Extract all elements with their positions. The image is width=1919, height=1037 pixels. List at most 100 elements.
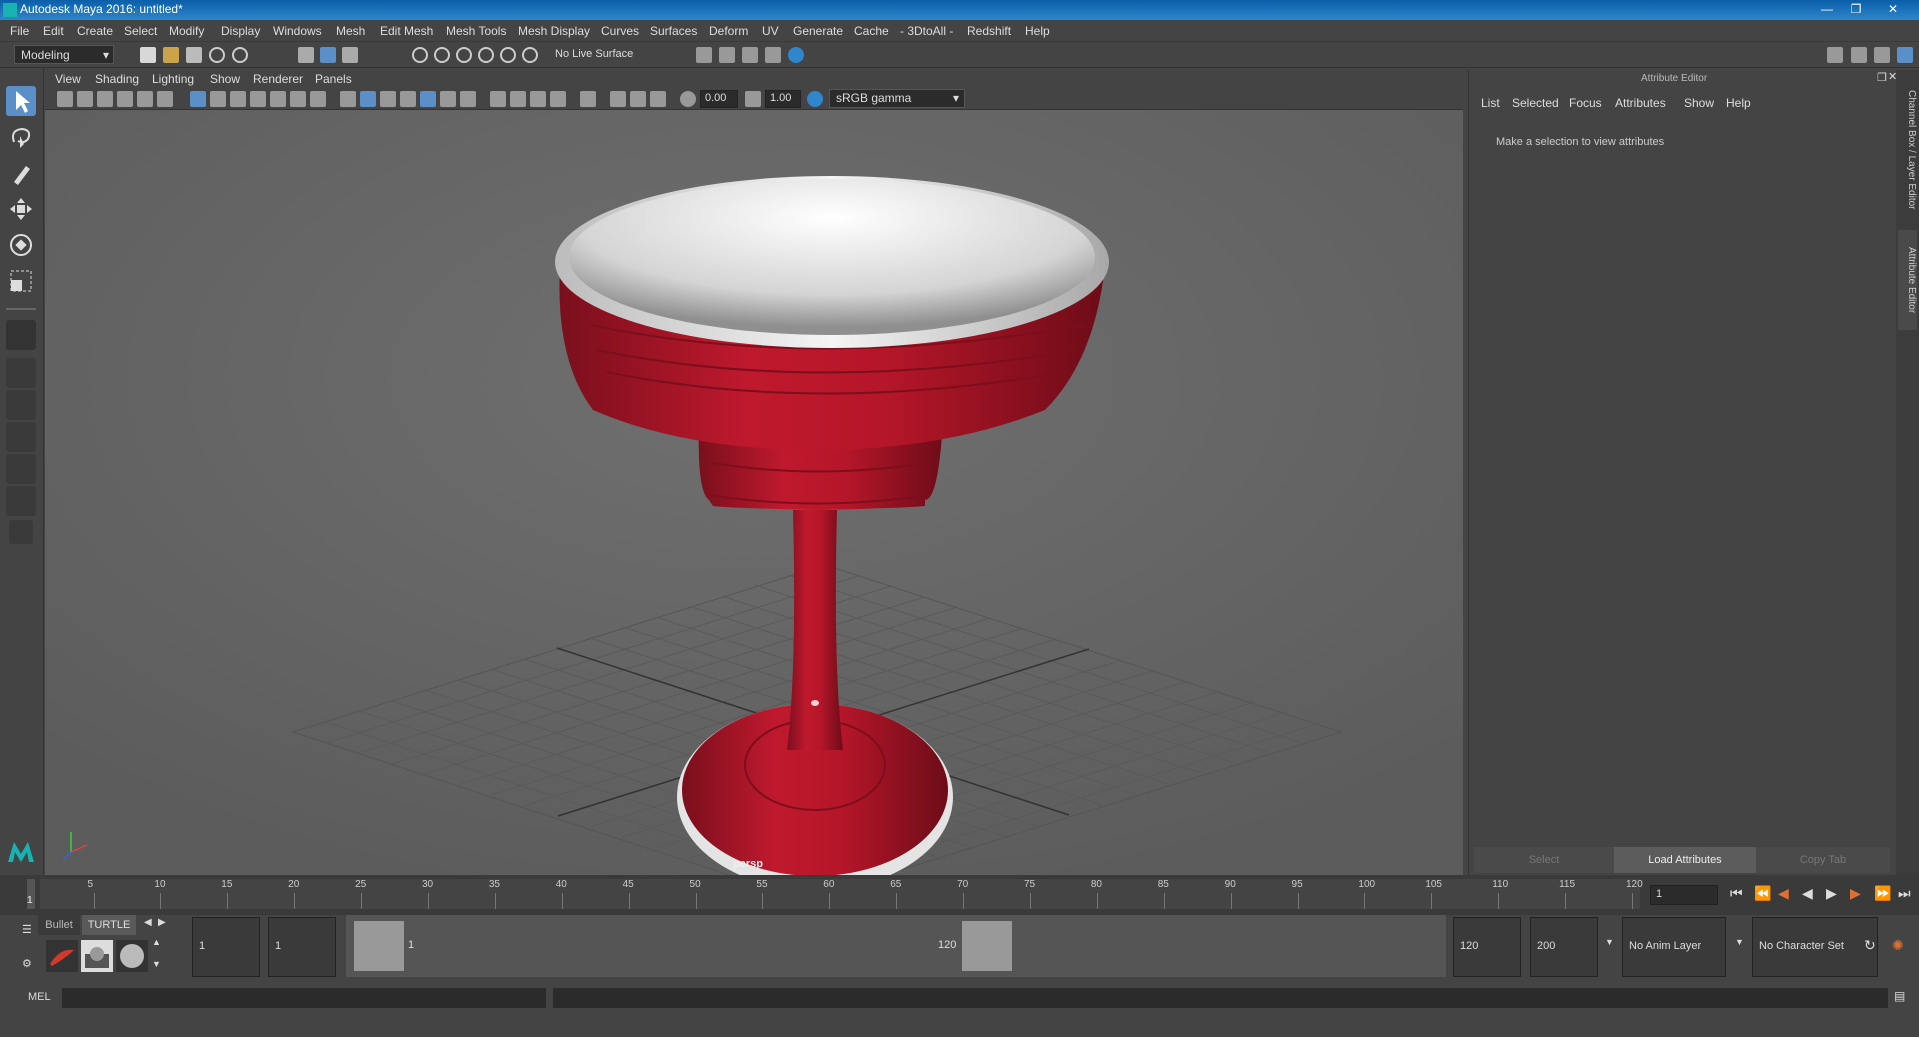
image-plane-icon[interactable] [117, 91, 133, 107]
safe-title-icon[interactable] [310, 91, 326, 107]
shadows-icon[interactable] [460, 91, 476, 107]
hypershade-icon[interactable] [788, 47, 804, 63]
menu-surfaces[interactable]: Surfaces [650, 24, 697, 38]
menu-cache[interactable]: Cache [854, 24, 889, 38]
range-slider-track[interactable]: 1 120 [346, 915, 1446, 977]
render-current-frame-icon[interactable] [719, 47, 735, 63]
step-forward-frame-icon[interactable]: ▶ [1850, 885, 1861, 902]
undo-icon[interactable] [209, 47, 225, 63]
menu-mesh-tools[interactable]: Mesh Tools [446, 24, 506, 38]
camera-select-icon[interactable] [57, 91, 73, 107]
load-attributes-button[interactable]: Load Attributes [1614, 847, 1756, 873]
command-language-label[interactable]: MEL [28, 991, 51, 1003]
step-back-key-icon[interactable]: ⏪ [1754, 885, 1771, 902]
persp-graph-layout-icon[interactable] [6, 422, 36, 452]
wireframe-icon[interactable] [340, 91, 356, 107]
snap-grid-icon[interactable] [412, 47, 428, 63]
attr-menu-help[interactable]: Help [1726, 96, 1751, 110]
menu-create[interactable]: Create [77, 24, 113, 38]
smooth-shade-icon[interactable] [360, 91, 376, 107]
turtle-bake-icon[interactable] [81, 940, 113, 972]
modeling-toolkit-icon[interactable] [1827, 47, 1843, 63]
attr-menu-attributes[interactable]: Attributes [1615, 96, 1666, 110]
select-tool-icon[interactable] [6, 86, 36, 116]
menu-curves[interactable]: Curves [601, 24, 639, 38]
minimize-icon[interactable]: — [1814, 0, 1840, 18]
gamma-field[interactable]: 1.00 [765, 90, 801, 108]
viewport-menu-shading[interactable]: Shading [95, 72, 139, 86]
persp-outliner-layout-icon[interactable] [6, 390, 36, 420]
save-scene-icon[interactable] [186, 47, 202, 63]
menu-edit[interactable]: Edit [43, 24, 64, 38]
safe-action-icon[interactable] [290, 91, 306, 107]
grease-pencil-icon[interactable] [157, 91, 173, 107]
attr-menu-focus[interactable]: Focus [1569, 96, 1602, 110]
command-input[interactable] [62, 988, 546, 1008]
menu-3dtoall[interactable]: - 3DtoAll - [900, 24, 953, 38]
use-all-lights-icon[interactable] [440, 91, 456, 107]
menu-edit-mesh[interactable]: Edit Mesh [380, 24, 433, 38]
shelf-menu-icon[interactable]: ☰ [22, 923, 32, 936]
color-management-icon[interactable] [807, 91, 823, 107]
use-default-material-icon[interactable] [380, 91, 396, 107]
animation-end-field[interactable]: 200 [1530, 917, 1598, 977]
select-hierarchy-icon[interactable] [298, 47, 314, 63]
channel-box-toggle-icon[interactable] [1897, 47, 1913, 63]
color-space-dropdown[interactable]: sRGB gamma ▾ [829, 89, 965, 108]
select-object-icon[interactable] [320, 47, 336, 63]
animation-preferences-icon[interactable]: ✺ [1892, 937, 1904, 954]
select-component-icon[interactable] [342, 47, 358, 63]
copy-tab-button[interactable]: Copy Tab [1756, 847, 1890, 873]
anti-aliasing-icon[interactable] [530, 91, 546, 107]
textured-icon[interactable] [420, 91, 436, 107]
persp-uv-layout-icon[interactable] [6, 486, 36, 516]
bookmark-icon[interactable] [97, 91, 113, 107]
menu-help[interactable]: Help [1025, 24, 1050, 38]
turtle-sphere-icon[interactable] [116, 940, 148, 972]
camera-attributes-icon[interactable] [77, 91, 93, 107]
menu-mesh[interactable]: Mesh [336, 24, 365, 38]
mode-dropdown[interactable]: Modeling ▾ [14, 45, 114, 64]
snap-pivot-icon[interactable] [522, 47, 538, 63]
viewport-menu-panels[interactable]: Panels [315, 72, 352, 86]
current-frame-field[interactable]: 1 [1650, 885, 1718, 905]
menu-uv[interactable]: UV [762, 24, 779, 38]
snap-point-icon[interactable] [456, 47, 472, 63]
close-icon[interactable]: ✕ [1880, 0, 1906, 18]
script-editor-icon[interactable]: ▤ [1894, 989, 1905, 1003]
paint-select-tool-icon[interactable] [6, 158, 36, 188]
four-view-layout-icon[interactable] [6, 358, 36, 388]
render-settings-icon[interactable] [765, 47, 781, 63]
exposure-field[interactable]: 0.00 [700, 90, 738, 108]
range-slider-start-handle[interactable] [354, 921, 404, 971]
shelf-scroll-up-icon[interactable]: ▲ [152, 937, 161, 947]
live-surface-label[interactable]: No Live Surface [555, 48, 633, 60]
grid-toggle-icon[interactable] [190, 91, 206, 107]
single-perspective-layout-icon[interactable] [6, 320, 36, 350]
wireframe-on-shaded-icon[interactable] [400, 91, 416, 107]
attribute-editor-tab[interactable]: Attribute Editor [1898, 230, 1917, 330]
shelf-tab-turtle[interactable]: TURTLE [82, 915, 136, 935]
viewport-menu-view[interactable]: View [55, 72, 81, 86]
xray-joints-icon[interactable] [650, 91, 666, 107]
menu-mesh-display[interactable]: Mesh Display [518, 24, 590, 38]
menu-deform[interactable]: Deform [709, 24, 748, 38]
viewport-menu-show[interactable]: Show [210, 72, 240, 86]
viewport-menu-lighting[interactable]: Lighting [152, 72, 194, 86]
auto-key-icon[interactable]: ↻ [1864, 937, 1876, 954]
float-panel-icon[interactable]: ❐ [1877, 71, 1887, 84]
redo-icon[interactable] [232, 47, 248, 63]
snap-view-plane-icon[interactable] [478, 47, 494, 63]
outliner-icon[interactable] [1874, 47, 1890, 63]
lasso-tool-icon[interactable] [6, 122, 36, 152]
move-tool-icon[interactable] [6, 194, 36, 224]
range-slider-end-handle[interactable] [962, 921, 1012, 971]
step-back-frame-icon[interactable]: ◀ [1778, 885, 1789, 902]
shelf-settings-icon[interactable]: ⚙ [22, 957, 32, 970]
attr-menu-show[interactable]: Show [1684, 96, 1714, 110]
xray-active-icon[interactable] [630, 91, 646, 107]
viewport-menu-renderer[interactable]: Renderer [253, 72, 303, 86]
shelf-scroll-left-icon[interactable]: ◀ [144, 917, 152, 928]
time-slider-track[interactable] [40, 879, 1640, 909]
channel-box-tab[interactable]: Channel Box / Layer Editor [1898, 80, 1917, 220]
